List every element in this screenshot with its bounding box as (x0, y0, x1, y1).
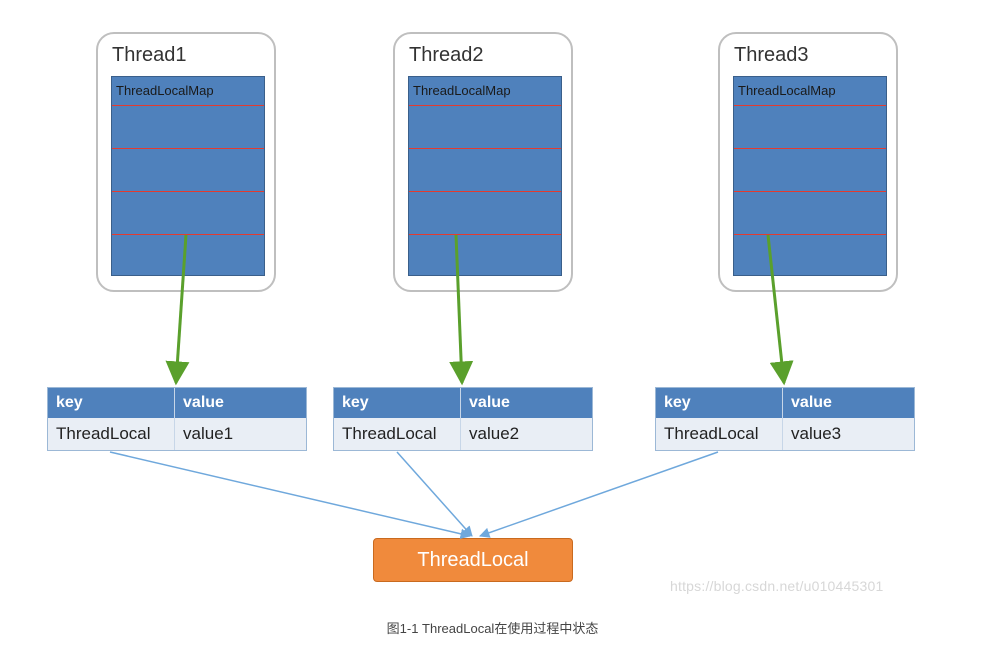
thread-box-3: Thread3 ThreadLocalMap (718, 32, 898, 292)
key-cell: ThreadLocal (48, 418, 175, 450)
threadlocal-label: ThreadLocal (417, 549, 528, 572)
map-row (112, 148, 264, 191)
arrow-blue-2 (397, 452, 472, 536)
map-row (409, 234, 561, 277)
threadlocalmap-block: ThreadLocalMap (733, 76, 887, 276)
figure-caption: 图1-1 ThreadLocal在使用过程中状态 (0, 618, 985, 637)
thread-title: Thread1 (112, 44, 187, 67)
key-header: key (334, 388, 461, 418)
threadlocal-target: ThreadLocal (373, 538, 573, 582)
map-row (409, 148, 561, 191)
map-row (734, 191, 886, 234)
map-row (734, 105, 886, 148)
map-row (112, 191, 264, 234)
key-header: key (656, 388, 783, 418)
arrow-blue-1 (110, 452, 470, 536)
threadlocalmap-label: ThreadLocalMap (734, 77, 886, 105)
kv-table-1: key value ThreadLocal value1 (47, 387, 307, 451)
key-cell: ThreadLocal (656, 418, 783, 450)
value-cell: value1 (175, 418, 306, 450)
diagram-canvas: Thread1 ThreadLocalMap Thread2 ThreadLoc… (0, 0, 985, 665)
threadlocalmap-label: ThreadLocalMap (409, 77, 561, 105)
threadlocalmap-label: ThreadLocalMap (112, 77, 264, 105)
map-row (112, 234, 264, 277)
arrow-blue-3 (480, 452, 718, 536)
thread-title: Thread3 (734, 44, 809, 67)
thread-title: Thread2 (409, 44, 484, 67)
map-row (734, 148, 886, 191)
threadlocalmap-block: ThreadLocalMap (111, 76, 265, 276)
map-row (112, 105, 264, 148)
thread-box-1: Thread1 ThreadLocalMap (96, 32, 276, 292)
map-row (409, 105, 561, 148)
value-cell: value2 (461, 418, 592, 450)
watermark-text: https://blog.csdn.net/u010445301 (670, 578, 883, 594)
value-header: value (461, 388, 592, 418)
thread-box-2: Thread2 ThreadLocalMap (393, 32, 573, 292)
threadlocalmap-block: ThreadLocalMap (408, 76, 562, 276)
value-header: value (175, 388, 306, 418)
value-header: value (783, 388, 914, 418)
kv-table-3: key value ThreadLocal value3 (655, 387, 915, 451)
kv-table-2: key value ThreadLocal value2 (333, 387, 593, 451)
map-row (734, 234, 886, 277)
key-cell: ThreadLocal (334, 418, 461, 450)
value-cell: value3 (783, 418, 914, 450)
map-row (409, 191, 561, 234)
key-header: key (48, 388, 175, 418)
